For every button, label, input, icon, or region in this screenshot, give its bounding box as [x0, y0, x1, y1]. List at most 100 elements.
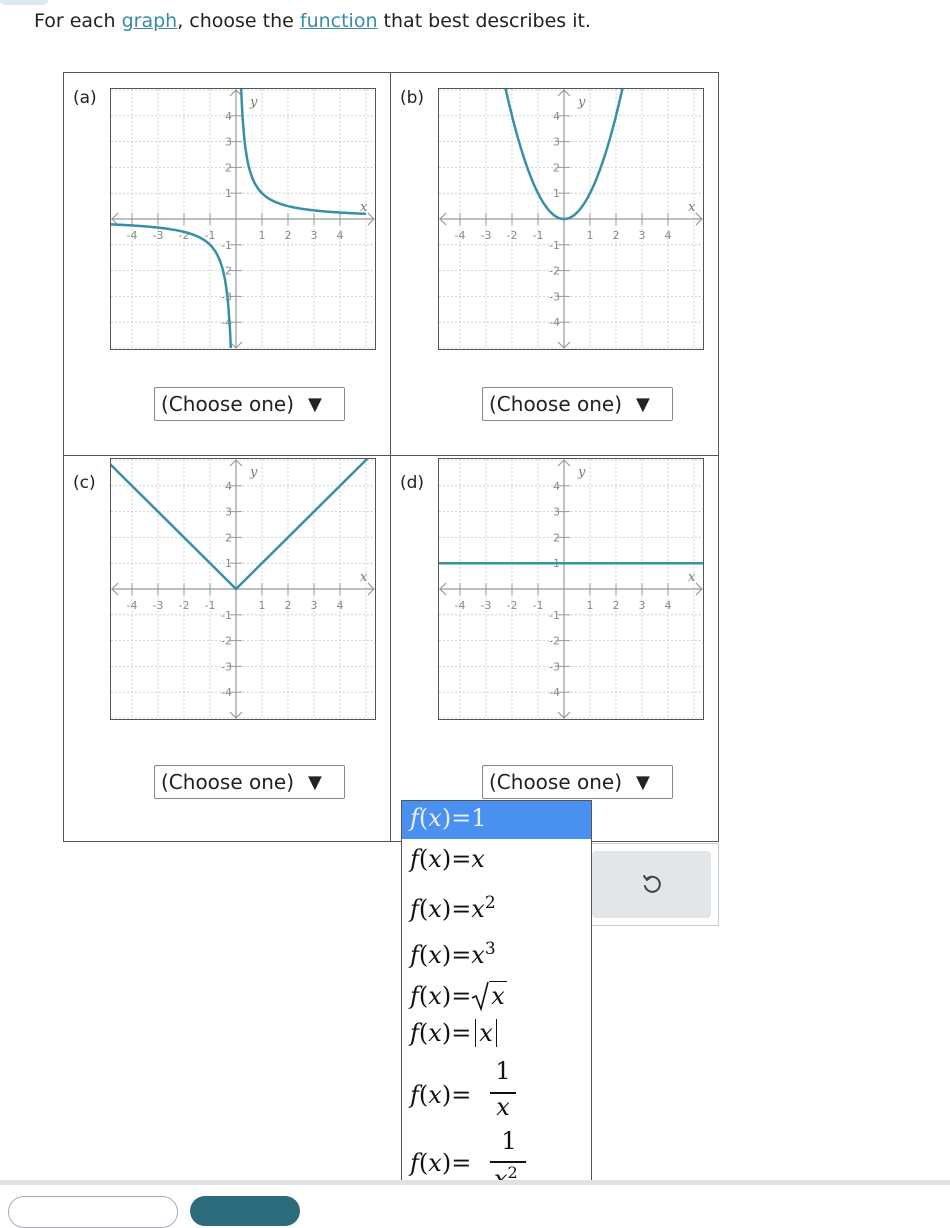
x-tick-label: -3 — [153, 599, 164, 612]
option-lparen: ( — [418, 1081, 429, 1109]
dropdown-option-3[interactable]: f(x)=x2 — [402, 881, 591, 929]
option-var: x — [428, 804, 442, 832]
x-tick-label: 3 — [639, 599, 646, 612]
y-tick-label: 4 — [225, 110, 232, 123]
option-eq: = — [451, 982, 472, 1010]
dropdown-option-6[interactable]: f(x)= x — [402, 1017, 591, 1059]
choose-select-a[interactable]: (Choose one) ▼ — [154, 387, 345, 421]
option-var: x — [428, 895, 442, 923]
y-axis-label: y — [249, 95, 258, 110]
y-tick-label: -2 — [221, 635, 232, 648]
y-axis-label: y — [577, 95, 586, 110]
option-rhs: x — [471, 941, 485, 969]
option-var: x — [428, 941, 442, 969]
dropdown-option-2[interactable]: f(x)=x — [402, 841, 591, 879]
y-tick-label: 4 — [225, 480, 232, 493]
y-tick-label: -4 — [549, 316, 560, 329]
option-f: f — [410, 982, 419, 1010]
option-var: x — [428, 1149, 442, 1177]
y-axis-label: y — [577, 465, 586, 480]
x-tick-label: -3 — [481, 599, 492, 612]
dropdown-option-4[interactable]: f(x)=x3 — [402, 929, 591, 977]
choose-select-d[interactable]: (Choose one) ▼ — [482, 765, 673, 799]
choose-select-b[interactable]: (Choose one) ▼ — [482, 387, 673, 421]
dropdown-arrow-icon: ▼ — [308, 393, 322, 415]
x-tick-label: -1 — [533, 599, 544, 612]
y-tick-label: 3 — [225, 506, 232, 519]
x-tick-label: -4 — [127, 599, 138, 612]
y-tick-label: 1 — [225, 557, 232, 570]
option-exponent: 3 — [484, 939, 496, 959]
x-tick-label: -2 — [507, 599, 518, 612]
y-tick-label: -3 — [549, 660, 560, 673]
x-tick-label: 1 — [259, 599, 266, 612]
option-lparen: ( — [418, 1019, 429, 1047]
choose-select-c[interactable]: (Choose one) ▼ — [154, 765, 345, 799]
x-tick-label: -2 — [179, 599, 190, 612]
y-tick-label: 3 — [553, 506, 560, 519]
x-tick-label: -1 — [533, 229, 544, 242]
option-lparen: ( — [418, 804, 429, 832]
option-rparen: ) — [441, 845, 452, 873]
footer-divider — [0, 1180, 950, 1185]
option-rparen: ) — [441, 804, 452, 832]
x-tick-label: -4 — [455, 599, 466, 612]
option-rhs: 1 — [471, 804, 487, 832]
x-tick-label: 2 — [613, 229, 620, 242]
x-tick-label: -3 — [153, 229, 164, 242]
option-f: f — [410, 895, 419, 923]
option-rparen: ) — [441, 941, 452, 969]
dropdown-option-5[interactable]: f(x)= x — [402, 977, 591, 1017]
grid-divider-vertical — [390, 72, 391, 842]
panel-label-a: (a) — [73, 88, 97, 108]
undo-icon — [642, 874, 661, 893]
option-f: f — [410, 804, 419, 832]
option-f: f — [410, 1019, 419, 1047]
undo-button[interactable] — [592, 851, 711, 918]
function-dropdown-list[interactable]: f(x)=1 f(x)=x f(x)=x2 f(x)=x3 f(x)= x f(x… — [401, 800, 592, 1208]
x-tick-label: 3 — [311, 599, 318, 612]
choose-label: (Choose one) — [489, 770, 623, 794]
footer-secondary-button[interactable] — [8, 1196, 178, 1228]
x-tick-label: 1 — [587, 599, 594, 612]
y-tick-label: 2 — [225, 531, 232, 544]
x-axis-label: x — [360, 570, 368, 585]
x-tick-label: 2 — [285, 229, 292, 242]
option-rparen: ) — [441, 895, 452, 923]
option-lparen: ( — [418, 941, 429, 969]
dropdown-option-7[interactable]: f(x)= 1 x — [402, 1057, 591, 1129]
prompt-before: For each — [34, 10, 122, 32]
y-tick-label: -4 — [549, 686, 560, 699]
y-axis-label: y — [249, 465, 258, 480]
option-rparen: ) — [441, 982, 452, 1010]
panel-label-b: (b) — [400, 88, 425, 108]
function-link[interactable]: function — [300, 10, 378, 32]
x-tick-label: -2 — [507, 229, 518, 242]
x-tick-label: -1 — [205, 599, 216, 612]
y-tick-label: -2 — [549, 635, 560, 648]
option-eq: = — [451, 1019, 472, 1047]
graph-link[interactable]: graph — [122, 10, 178, 32]
dropdown-arrow-icon: ▼ — [308, 771, 322, 793]
option-var: x — [428, 982, 442, 1010]
footer-primary-button[interactable] — [190, 1196, 300, 1226]
y-tick-label: -1 — [221, 609, 232, 622]
option-exponent: 2 — [484, 893, 496, 913]
y-tick-label: -2 — [549, 265, 560, 278]
y-tick-label: 2 — [225, 161, 232, 174]
dropdown-option-1[interactable]: f(x)=1 — [402, 801, 591, 839]
choose-label: (Choose one) — [489, 392, 623, 416]
option-var: x — [428, 845, 442, 873]
x-axis-label: x — [688, 570, 696, 585]
option-lparen: ( — [418, 982, 429, 1010]
sqrt-sign-icon — [471, 981, 490, 1012]
y-tick-label: 1 — [553, 187, 560, 200]
graph-d: -4 -3 -2 -1 1 2 3 44321-1-2-3-4xy — [438, 458, 704, 720]
option-numerator: 1 — [501, 1127, 517, 1155]
option-numerator: 1 — [495, 1057, 511, 1085]
option-rhs: x — [471, 845, 485, 873]
option-eq: = — [451, 845, 472, 873]
graph-b: -4 -3 -2 -1 1 2 3 4 4 3 2 1 -1 -2 -3 -4 x y — [438, 88, 704, 350]
x-tick-label: 4 — [665, 599, 672, 612]
x-tick-label: 3 — [639, 229, 646, 242]
